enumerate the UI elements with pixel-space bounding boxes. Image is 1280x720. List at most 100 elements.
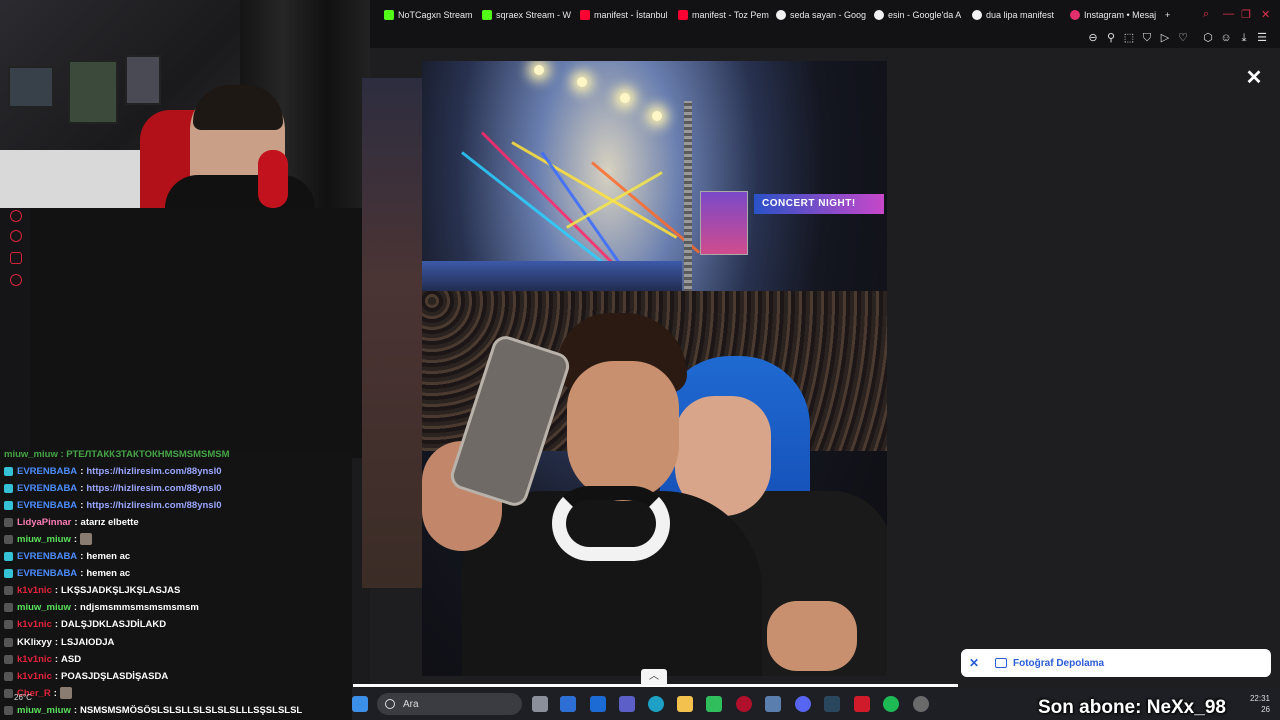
browser-tab[interactable]: NoTCagxn Stream xyxy=(384,6,476,24)
file-explorer-icon[interactable] xyxy=(677,696,693,712)
youtube-icon xyxy=(580,10,590,20)
chat-text: ndjsmsmmsmsmsmsmsm xyxy=(80,602,199,614)
chat-message: miuw_miuw: ndjsmsmmsmsmsmsmsm xyxy=(4,600,199,616)
chat-text: POASJDŞLASDİŞASDA xyxy=(61,670,169,682)
concert-selfie-photo: CONCERT NIGHT! xyxy=(422,61,887,676)
zoom-icon[interactable]: ⊖ xyxy=(1086,31,1100,45)
toast-label: Fotoğraf Depolama xyxy=(1013,657,1105,669)
tab-label: seda sayan - Goog xyxy=(790,10,867,20)
chat-message: miuw_miuw: NSMSMSMÖSÖSLSLSLLSLSLSLSLLLSŞS… xyxy=(4,702,302,718)
weather-widget[interactable]: 26°C xyxy=(14,693,32,702)
browser-tab[interactable]: sqraex Stream - W xyxy=(482,6,574,24)
browser-tab[interactable]: seda sayan - Goog xyxy=(776,6,868,24)
chat-username[interactable]: k1v1nic xyxy=(17,585,52,596)
wall-poster xyxy=(68,60,118,124)
chat-text: ASD xyxy=(61,653,82,665)
browser-tab[interactable]: manifest - İstanbul xyxy=(580,6,672,24)
stream-chat: miuw_miuw : РТЕЛТАККЗТАКТОКНМSMSMSMSM EV… xyxy=(0,450,352,720)
chat-text: hemen ac xyxy=(86,568,131,580)
maximize-icon[interactable]: ❐ xyxy=(1241,8,1251,21)
chat-username[interactable]: EVRENBABA xyxy=(17,466,77,477)
browser-toolbar: ⊖ ⚲ ⬚ ⛉ ▷ ♡ ⬡ ☺ ⤓ ☰ xyxy=(370,30,1280,48)
obs-icon[interactable] xyxy=(913,696,929,712)
chat-separator: : xyxy=(74,516,78,528)
windows-start-icon[interactable] xyxy=(352,696,368,712)
chat-username[interactable]: EVRENBABA xyxy=(17,568,77,579)
photo-storage-toast[interactable]: ✕ Fotoğraf Depolama xyxy=(961,649,1271,677)
shield-icon[interactable]: ⛉ xyxy=(1140,31,1154,45)
edge-icon[interactable] xyxy=(648,696,664,712)
steam-icon[interactable] xyxy=(824,696,840,712)
chat-username[interactable]: miuw_miuw xyxy=(17,602,71,613)
user-badge-icon xyxy=(4,500,13,510)
chat-separator: : xyxy=(80,482,84,494)
chat-icon[interactable] xyxy=(10,252,22,264)
minimize-icon[interactable]: — xyxy=(1223,8,1234,20)
chat-link[interactable]: https://hizliresim.com/88ynsl0 xyxy=(86,483,221,494)
new-tab-button[interactable]: + xyxy=(1165,6,1170,24)
image-viewer: CONCERT NIGHT! ✕ ︿ xyxy=(353,48,1280,688)
settings-icon[interactable] xyxy=(10,274,22,286)
browser-tab[interactable]: dua lipa manifest xyxy=(972,6,1064,24)
google-icon xyxy=(874,10,884,20)
chat-username[interactable]: LidyaPinnar xyxy=(17,517,71,528)
browser-tab[interactable]: esin - Google'da A xyxy=(874,6,966,24)
outlook-icon[interactable] xyxy=(590,696,606,712)
menu-icon[interactable]: ☰ xyxy=(1255,31,1269,45)
close-window-icon[interactable]: ✕ xyxy=(1261,8,1270,21)
pin-icon[interactable]: ⚲ xyxy=(1104,31,1118,45)
app-icon[interactable] xyxy=(854,696,870,712)
stage-screen xyxy=(700,191,748,255)
chat-text: hemen ac xyxy=(86,551,131,562)
taskbar-clock[interactable]: 22:31 26 xyxy=(1250,693,1270,715)
close-viewer-icon[interactable]: ✕ xyxy=(1244,68,1264,88)
spotify-icon[interactable] xyxy=(883,696,899,712)
chat-link[interactable]: https://hizliresim.com/88ynsl0 xyxy=(86,466,221,477)
chat-username[interactable]: miuw_miuw xyxy=(17,534,71,545)
chat-username[interactable]: KKlixyy xyxy=(17,637,52,648)
task-view-icon[interactable] xyxy=(532,696,548,712)
extensions-icon[interactable]: ⬡ xyxy=(1201,31,1215,45)
store-icon[interactable] xyxy=(560,696,576,712)
chevron-up-icon[interactable]: ︿ xyxy=(641,669,667,685)
browser-tab[interactable]: manifest - Toz Pem xyxy=(678,6,770,24)
chat-link[interactable]: https://hizliresim.com/88ynsl0 xyxy=(86,500,221,511)
tab-label: Instagram • Mesaj xyxy=(1084,10,1157,20)
chat-message: KKlixyy: LSJAIODJA xyxy=(4,634,114,650)
search-icon[interactable]: ⌕ xyxy=(1203,8,1209,21)
webcam-feed xyxy=(0,0,370,208)
network-app-icon[interactable] xyxy=(765,696,781,712)
chat-username[interactable]: miuw_miuw xyxy=(17,705,71,716)
user-badge-icon xyxy=(4,466,13,476)
user-badge-icon xyxy=(4,483,13,493)
chat-username[interactable]: k1v1nic xyxy=(17,619,52,630)
play-icon[interactable]: ▷ xyxy=(1158,31,1172,45)
whatsapp-icon[interactable] xyxy=(706,696,722,712)
hand xyxy=(767,601,857,671)
chat-username[interactable]: EVRENBABA xyxy=(17,551,77,562)
chat-username[interactable]: k1v1nic xyxy=(17,654,52,665)
chat-separator: : xyxy=(54,619,59,631)
chat-username[interactable]: EVRENBABA xyxy=(17,483,77,494)
shelf xyxy=(0,150,150,208)
history-icon[interactable] xyxy=(10,230,22,242)
heart-icon[interactable]: ♡ xyxy=(1176,31,1190,45)
record-icon[interactable] xyxy=(10,210,22,222)
screenshot-icon[interactable]: ⬚ xyxy=(1122,31,1136,45)
teams-icon[interactable] xyxy=(619,696,635,712)
browser-tab[interactable]: Instagram • Mesaj xyxy=(1070,6,1162,24)
chat-message: EVRENBABA: hemen ac xyxy=(4,549,130,565)
profile-icon[interactable]: ☺ xyxy=(1219,31,1233,45)
chat-username[interactable]: EVRENBABA xyxy=(17,500,77,511)
close-icon[interactable]: ✕ xyxy=(969,656,983,670)
stage-truss xyxy=(684,101,692,301)
chat-separator: : xyxy=(80,551,84,562)
chat-separator: : xyxy=(80,465,84,477)
taskbar-search[interactable]: Ara xyxy=(377,693,522,715)
chat-username[interactable]: k1v1nic xyxy=(17,671,52,682)
chat-separator: : xyxy=(54,670,59,682)
discord-icon[interactable] xyxy=(795,696,811,712)
opera-gx-icon[interactable] xyxy=(736,696,752,712)
download-icon[interactable]: ⤓ xyxy=(1237,31,1251,45)
user-badge-icon xyxy=(4,603,13,613)
